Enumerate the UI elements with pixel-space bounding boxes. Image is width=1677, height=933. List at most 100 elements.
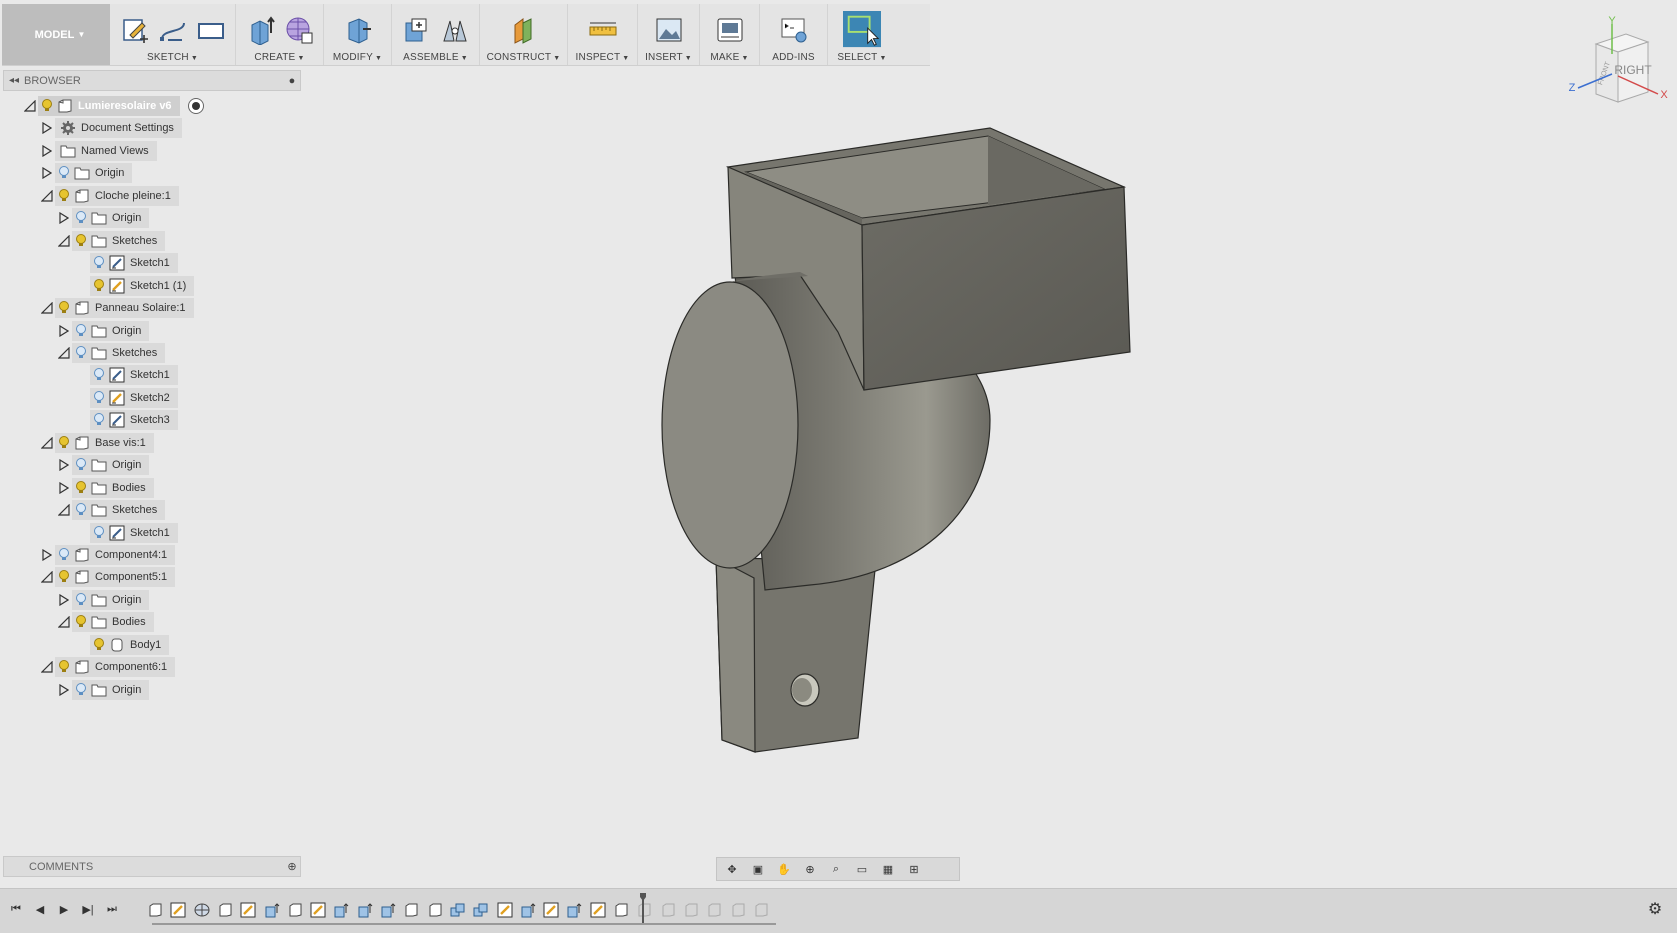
expand-triangle-icon[interactable] [56,321,72,341]
tree-node[interactable]: Sketches [72,230,166,251]
extrude-icon[interactable] [246,15,276,45]
tree-node[interactable]: Sketch1 (1) [90,275,195,296]
tree-node[interactable]: Origin [72,455,150,476]
browser-tree-item[interactable]: Sketch2 [74,387,178,408]
activate-radio-button[interactable] [187,98,204,114]
step-back-icon[interactable]: ◀ [30,899,50,919]
browser-tree-item[interactable]: Bodies [56,477,154,498]
expand-triangle-icon[interactable] [39,163,55,183]
visibility-bulb-icon[interactable] [72,231,90,251]
tree-node[interactable]: Sketches [72,342,166,363]
construct-group[interactable]: CONSTRUCT ▼ [480,4,568,65]
orbit-icon[interactable]: ✥ [721,860,743,878]
toolbar-grip[interactable] [2,4,10,65]
go-to-end-icon[interactable]: ⏭ [102,899,122,919]
timeline-feature-comp-icon[interactable] [146,901,164,919]
tree-node[interactable]: Component6:1 [55,657,176,678]
measure-icon[interactable] [588,15,618,45]
expand-triangle-icon[interactable] [56,455,72,475]
visibility-bulb-icon[interactable] [72,455,90,475]
timeline-feature-comp-icon[interactable] [216,901,234,919]
visibility-bulb-icon[interactable] [72,680,90,700]
browser-tree-item[interactable]: Body1 [74,634,170,655]
timeline-feature-extrude-icon[interactable] [332,901,350,919]
timeline-feature-form-icon[interactable] [193,901,211,919]
timeline-marker[interactable] [640,893,646,925]
viewports-icon[interactable]: ⊞ [903,860,925,878]
tree-node[interactable]: Bodies [72,612,154,633]
collapse-triangle-icon[interactable] [56,231,72,251]
visibility-bulb-icon[interactable] [55,433,73,453]
browser-tree-item[interactable]: Panneau Solaire:1 [39,298,194,319]
tree-node[interactable]: Cloche pleine:1 [55,185,179,206]
inspect-group[interactable]: INSPECT ▼ [568,4,638,65]
timeline-feature-extrude-icon[interactable] [263,901,281,919]
insert-image-icon[interactable] [654,15,684,45]
fit-icon[interactable]: ⌕ [825,860,847,878]
tree-node[interactable]: Origin [55,163,133,184]
tree-node[interactable]: Document Settings [55,118,182,139]
tree-node[interactable]: Sketch2 [90,387,178,408]
view-cube[interactable]: RIGHT FRONT Y Z X [1560,14,1670,114]
timeline-feature-join-icon[interactable] [449,901,467,919]
timeline-feature-comp-icon[interactable] [286,901,304,919]
timeline-feature-sketch-icon[interactable] [239,901,257,919]
visibility-bulb-icon[interactable] [55,298,73,318]
visibility-bulb-icon[interactable] [90,276,108,296]
timeline-feature-extrude-icon[interactable] [565,901,583,919]
collapse-triangle-icon[interactable] [39,433,55,453]
collapse-triangle-icon[interactable] [56,612,72,632]
timeline-feature-comp-icon[interactable] [426,901,444,919]
collapse-triangle-icon[interactable] [39,657,55,677]
rectangle-icon[interactable] [196,15,226,45]
visibility-bulb-icon[interactable] [55,186,73,206]
joint-icon[interactable] [440,15,470,45]
timeline-feature-extrude-icon[interactable] [519,901,537,919]
grid-settings-icon[interactable]: ▦ [877,860,899,878]
timeline-settings-icon[interactable]: ⚙ [1645,899,1665,919]
timeline-feature-comp-icon[interactable] [612,901,630,919]
expand-triangle-icon[interactable] [56,478,72,498]
press-pull-icon[interactable] [343,15,373,45]
timeline-feature-extrude-icon[interactable] [356,901,374,919]
timeline-feature-join-icon[interactable] [472,901,490,919]
tree-node[interactable]: Component4:1 [55,545,176,565]
tree-node[interactable]: Sketch1 [90,365,178,386]
visibility-bulb-icon[interactable] [55,163,73,183]
browser-tree-item[interactable]: Origin [39,163,133,184]
expand-triangle-icon[interactable] [56,208,72,228]
assemble-group[interactable]: ASSEMBLE ▼ [392,4,480,65]
browser-tree-item[interactable]: Origin [56,455,150,476]
browser-tree-item[interactable]: Origin [56,208,150,229]
zoom-icon[interactable]: ⊕ [799,860,821,878]
visibility-bulb-icon[interactable] [38,96,56,116]
timeline-feature-extrude-icon[interactable] [379,901,397,919]
visibility-bulb-icon[interactable] [90,253,108,273]
tree-node[interactable]: Bodies [72,477,154,498]
tree-node[interactable]: Named Views [55,140,157,161]
visibility-bulb-icon[interactable] [90,388,108,408]
pan-icon[interactable]: ✋ [773,860,795,878]
visibility-bulb-icon[interactable] [72,590,90,610]
minimize-panel-icon[interactable]: ● [284,75,300,87]
collapse-triangle-icon[interactable] [39,186,55,206]
scripts-addins-icon[interactable] [779,15,809,45]
timeline-feature-sketch-icon[interactable] [169,901,187,919]
tree-node[interactable]: Origin [72,589,150,610]
expand-triangle-icon[interactable] [56,590,72,610]
timeline-feature-sketch-icon[interactable] [589,901,607,919]
browser-tree-item[interactable]: Sketch1 (1) [74,275,195,296]
insert-group[interactable]: INSERT ▼ [638,4,700,65]
visibility-bulb-icon[interactable] [72,343,90,363]
create-group[interactable]: CREATE ▼ [236,4,324,65]
browser-root-item[interactable]: Lumieresolaire v6 [22,96,204,116]
tree-node[interactable]: Sketches [72,500,166,521]
expand-triangle-icon[interactable] [56,680,72,700]
visibility-bulb-icon[interactable] [72,500,90,520]
visibility-bulb-icon[interactable] [72,612,90,632]
tree-node[interactable]: Panneau Solaire:1 [55,298,194,319]
timeline-feature-sketch-icon[interactable] [542,901,560,919]
tree-node[interactable]: Lumieresolaire v6 [38,96,180,116]
browser-tree-item[interactable]: Sketch3 [74,410,178,431]
browser-tree-item[interactable]: Sketch1 [74,365,178,386]
